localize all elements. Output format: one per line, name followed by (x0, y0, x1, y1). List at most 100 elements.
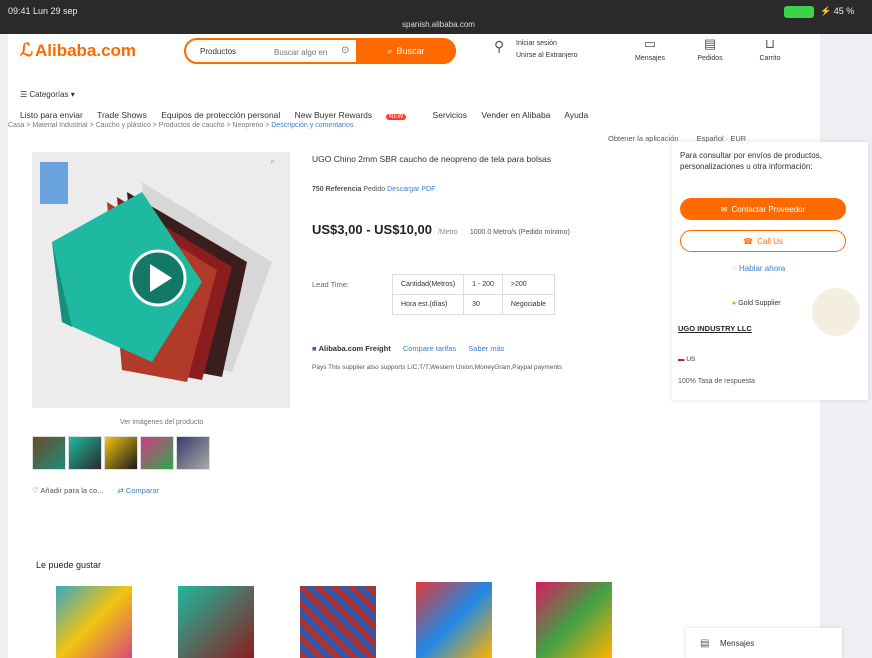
price-range: US$3,00 - US$10,00 (312, 222, 432, 237)
battery-icon (784, 6, 814, 18)
compare-link[interactable]: ⇄ Comparar (117, 486, 159, 495)
mail-icon: ✉ (720, 204, 728, 214)
product-actions: ♡ Añadir para la co... ⇄ Comparar (32, 486, 159, 495)
nav-item[interactable]: Vender en Alibaba (481, 110, 550, 120)
nav-item[interactable]: Trade Shows (97, 110, 147, 120)
gold-supplier-badge: ● Gold Supplier (732, 300, 781, 307)
call-us-button[interactable]: ☎ Call Us (680, 230, 846, 252)
orders-icon: ▤ (703, 36, 717, 51)
messages-float-label: Mensajes (720, 639, 755, 648)
compare-rates-link[interactable]: Compare tarifas (403, 344, 456, 353)
new-badge: NEW (386, 114, 407, 120)
supplier-name[interactable]: UGO INDUSTRY LLC (678, 324, 752, 333)
logo-icon: ℒ (20, 40, 33, 60)
cart-icon: ⊔ (764, 36, 776, 51)
freight-row: ■ Alibaba.com Freight Compare tarifas Sa… (312, 344, 505, 353)
camera-icon[interactable]: ⊙ (341, 45, 349, 56)
status-bar: 09:41 Lun 29 sep spanish.alibaba.com ⚡ 4… (0, 0, 872, 34)
price-unit: /Metro (437, 229, 458, 236)
nav-item[interactable]: Servicios (433, 110, 467, 120)
signin-label: Iniciar sesión (516, 40, 557, 47)
messages-link[interactable]: ▭ Mensajes (628, 36, 672, 62)
thumbnail[interactable] (32, 436, 66, 470)
search-button[interactable]: ⌕ Buscar (356, 38, 456, 64)
table-cell: Negociable (501, 294, 555, 315)
nav-item[interactable]: Equipos de protección personal (161, 110, 280, 120)
price-row: US$3,00 - US$10,00/Metro 1000.0 Metro/s (… (312, 222, 570, 237)
country-flag: ▬ US (678, 356, 695, 363)
table-cell: 30 (463, 294, 503, 315)
gold-icon: ● (732, 300, 737, 307)
nav-item[interactable]: Ayuda (564, 110, 588, 120)
user-icon: ⚲ (494, 38, 505, 54)
zoom-icon[interactable]: ⌕ (270, 156, 275, 167)
account-link[interactable]: ⚲ Iniciar sesión Unirse al Extranjero (494, 38, 604, 68)
url-bar[interactable]: spanish.alibaba.com (402, 20, 475, 29)
thumbnail-strip (32, 436, 212, 472)
add-to-list-label: Añadir para la co... (40, 486, 104, 495)
menu-icon: ☰ (20, 90, 30, 99)
phone-icon: ☎ (743, 236, 754, 246)
image-caption: Ver imágenes del producto (120, 419, 204, 426)
table-cell: Cantidad(Metros) (391, 274, 465, 295)
related-products: Le puede gustar (22, 546, 652, 658)
freight-label: Alibaba.com Freight (318, 344, 391, 353)
contact-supplier-button[interactable]: ✉ Contactar Proveedor (680, 198, 846, 220)
related-item[interactable] (56, 586, 132, 658)
learn-more-link[interactable]: Saber más (468, 344, 504, 353)
cart-label: Carrito (759, 55, 781, 62)
product-main-image[interactable]: ⌕ (32, 152, 290, 408)
table-row: Cantidad(Metros) 1 - 200 >200 (391, 274, 555, 295)
breadcrumb-current[interactable]: Descripción y comentarios (271, 122, 353, 129)
breadcrumb-path[interactable]: Casa > Material Industrial > Caucho y pl… (8, 122, 271, 129)
status-time: 09:41 Lun 29 sep (8, 6, 78, 16)
site-header: ℒAlibaba.com Productos ⊙ ⌕ Buscar ⚲ Inic… (8, 34, 820, 78)
thumbnail[interactable] (104, 436, 138, 470)
table-cell: Hora est.(días) (391, 294, 465, 315)
us-flag-icon: ▬ (678, 356, 685, 363)
add-to-list-link[interactable]: ♡ Añadir para la co... (32, 486, 103, 495)
compare-label: Comparar (125, 486, 160, 495)
thumbnail[interactable] (140, 436, 174, 470)
related-item[interactable] (536, 582, 612, 658)
table-cell: >200 (501, 274, 555, 295)
search-category-select[interactable]: Productos (200, 47, 236, 56)
thumbnail[interactable] (68, 436, 102, 470)
reference-row: 750 Referencia Pedido Descargar PDF (312, 186, 435, 193)
categories-label: Categorías (29, 90, 69, 99)
chat-now-link[interactable]: ◌ Hablar ahora (732, 264, 785, 273)
payments-info: Pays This supplier also supports L/C,T/T… (312, 364, 563, 371)
join-label: Unirse al Extranjero (516, 52, 578, 59)
related-item[interactable] (178, 586, 254, 658)
get-app-link[interactable]: Obtener la aplicación (608, 134, 678, 143)
thumbnail[interactable] (176, 436, 210, 470)
related-item[interactable] (300, 586, 376, 658)
reference-label: 750 Referencia (312, 186, 362, 193)
contact-label: Contactar Proveedor (731, 204, 806, 214)
orders-label: Pedidos (697, 55, 723, 62)
table-row: Hora est.(días) 30 Negociable (391, 294, 555, 315)
country-label: US (686, 356, 696, 363)
messages-label: Mensajes (635, 55, 665, 62)
chat-label: Hablar ahora (739, 264, 786, 273)
messages-float-button[interactable]: ▤ Mensajes (686, 628, 842, 658)
nav-item-new-buyer[interactable]: New Buyer Rewards NEW (295, 110, 418, 120)
nav-item[interactable]: Listo para enviar (20, 110, 83, 120)
supplier-panel: Para consultar por envíos de productos, … (672, 142, 868, 400)
response-rate: 100% Tasa de respuesta (678, 378, 755, 385)
min-order: 1000.0 Metro/s (Pedido mínimo) (469, 229, 570, 236)
categories-menu[interactable]: ☰ Categorías ▾ (20, 90, 75, 99)
battery-level: ⚡ 45 % (820, 6, 855, 16)
orders-link[interactable]: ▤ Pedidos (688, 36, 732, 62)
related-item[interactable] (416, 582, 492, 658)
alibaba-logo[interactable]: ℒ Alibaba.com (20, 40, 136, 61)
gold-label: Gold Supplier (738, 300, 781, 307)
cart-link[interactable]: ⊔ Carrito (748, 36, 792, 62)
product-title: UGO Chino 2mm SBR caucho de neopreno de … (312, 154, 552, 164)
call-label: Call Us (757, 236, 783, 246)
nav-item-label: New Buyer Rewards (294, 110, 373, 120)
breadcrumb: Casa > Material Industrial > Caucho y pl… (8, 122, 353, 129)
chat-icon: ◌ (732, 264, 737, 273)
message-icon: ▭ (643, 36, 657, 51)
download-pdf-link[interactable]: Descargar PDF (387, 186, 435, 193)
